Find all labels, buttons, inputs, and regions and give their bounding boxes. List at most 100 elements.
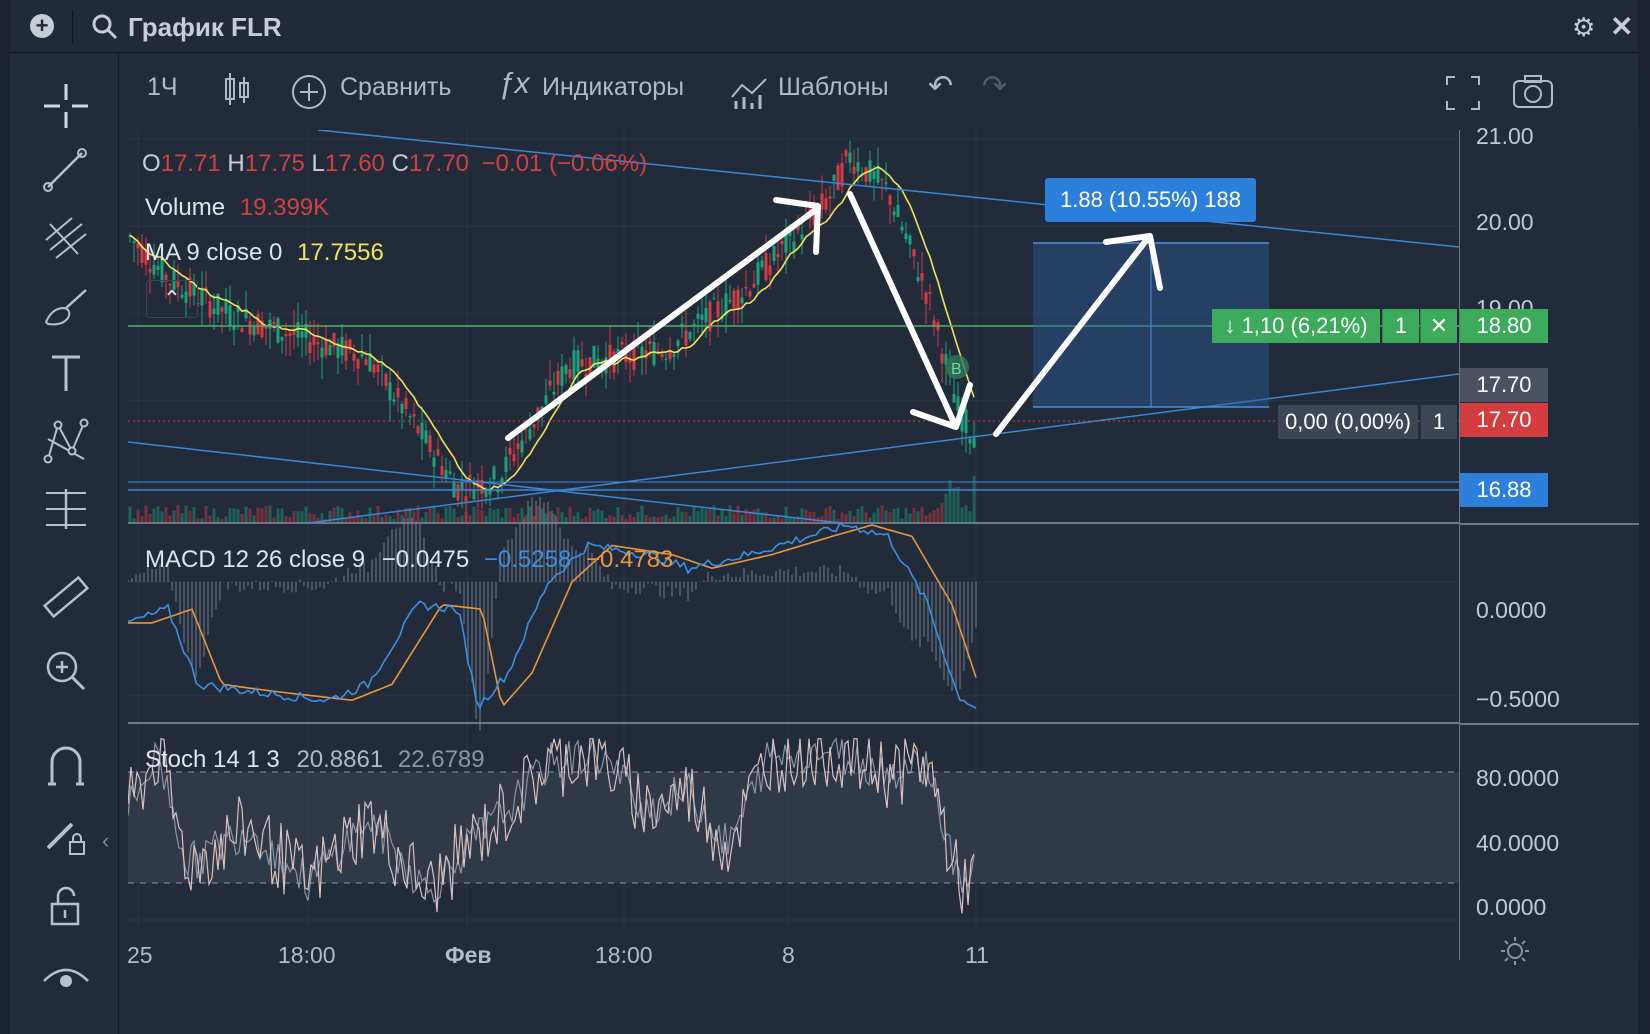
ruler-icon[interactable] (38, 570, 94, 626)
candle-body (324, 339, 328, 356)
candle-body (752, 283, 756, 288)
price-axis[interactable]: 21.00 20.00 19.00 18.80 17.70 17.70 16.8… (1459, 123, 1639, 965)
grey-level-tag: 17.70 (1460, 368, 1548, 402)
macd-hist-value: −0.0475 (381, 546, 470, 573)
crosshair-icon[interactable] (38, 78, 94, 134)
lock-draw-icon[interactable] (38, 808, 94, 864)
volume-bar (880, 505, 884, 523)
add-icon[interactable]: + (30, 14, 54, 38)
volume-bar (196, 518, 200, 523)
volume-bar (248, 508, 252, 523)
volume-bar (648, 517, 652, 523)
last-price-tag: 17.70 (1460, 403, 1548, 437)
fullscreen-icon[interactable] (1445, 75, 1481, 111)
volume-bar (452, 508, 456, 523)
candle-body (828, 196, 832, 199)
pane-divider[interactable] (1460, 723, 1639, 725)
volume-bar (560, 511, 564, 523)
volume-bar (628, 514, 632, 523)
interval-button[interactable]: 1Ч (147, 73, 178, 102)
candle-type-icon[interactable] (222, 71, 252, 111)
volume-bar (184, 505, 188, 523)
zoom-icon[interactable] (38, 643, 94, 699)
order-qty[interactable]: 1 (1382, 309, 1419, 343)
h-label: H (227, 150, 245, 177)
eye-icon[interactable] (38, 953, 94, 1009)
candle-body (228, 305, 232, 326)
brush-icon[interactable] (38, 278, 94, 334)
measure-icon[interactable] (38, 481, 94, 537)
candle-body (400, 403, 404, 414)
collapse-legend-button[interactable]: ⌃ (146, 280, 198, 318)
volume-bar (568, 506, 572, 523)
volume-bar (832, 509, 836, 523)
fib-icon[interactable] (38, 210, 94, 266)
add-circle-icon[interactable] (290, 73, 328, 111)
text-icon[interactable] (38, 345, 94, 401)
function-icon[interactable]: ƒx (498, 67, 530, 101)
volume-bar (340, 507, 344, 523)
time-axis[interactable]: 25 18:00 Фев 18:00 8 11 (120, 932, 1459, 1034)
volume-bar (924, 515, 928, 523)
trend-line-icon[interactable] (38, 143, 94, 199)
volume-bar (540, 508, 544, 523)
volume-bar (204, 505, 208, 523)
pane-divider[interactable] (1460, 523, 1639, 525)
compare-button[interactable]: Сравнить (340, 73, 451, 102)
candle-body (856, 162, 860, 172)
candle-body (468, 474, 472, 478)
candle-body (424, 430, 428, 444)
order-close-button[interactable]: ✕ (1420, 309, 1457, 343)
gear-icon[interactable]: ⚙ (1572, 12, 1595, 43)
collapse-arrow-icon[interactable]: ‹ (102, 828, 109, 854)
volume-legend: Volume 19.399K (145, 194, 329, 222)
volume-bar (932, 510, 936, 523)
o-label: O (142, 150, 161, 177)
volume-bar (952, 487, 956, 523)
candle-body (432, 457, 436, 467)
candle-body (328, 345, 332, 356)
settings-sun-icon[interactable] (1500, 936, 1530, 966)
candle-body (740, 297, 744, 304)
indicators-button[interactable]: Индикаторы (542, 73, 684, 102)
magnet-icon[interactable] (38, 738, 94, 794)
pattern-icon[interactable] (38, 413, 94, 469)
volume-bar (432, 505, 436, 523)
volume-bar (856, 509, 860, 523)
ma-label: MA 9 close 0 (145, 239, 283, 266)
undo-icon[interactable]: ↶ (928, 69, 953, 104)
volume-bar (472, 506, 476, 523)
order-line-label[interactable]: ↓ 1,10 (6,21%) (1212, 309, 1380, 343)
close-icon[interactable]: ✕ (1610, 10, 1633, 43)
redo-icon[interactable]: ↷ (982, 69, 1007, 104)
candle-body (732, 290, 736, 309)
unlock-icon[interactable] (38, 878, 94, 934)
camera-icon[interactable] (1512, 73, 1554, 109)
position-box-label[interactable]: 1.88 (10.55%) 188 (1045, 178, 1256, 222)
templates-icon[interactable] (730, 75, 770, 111)
position-qty[interactable]: 1 (1420, 405, 1457, 439)
candle-body (148, 268, 152, 273)
candle-body (264, 326, 268, 329)
volume-bar (968, 511, 972, 523)
templates-button[interactable]: Шаблоны (778, 73, 889, 102)
volume-bar (440, 518, 444, 523)
chart-area[interactable]: B O17.71 H17.75 L17.60 C17.70 −0.01 (−0.… (127, 129, 1460, 960)
candle-body (404, 398, 408, 410)
volume-bar (588, 507, 592, 523)
volume-bar (612, 516, 616, 523)
volume-bar (800, 508, 804, 523)
volume-bar (364, 518, 368, 523)
position-line-label[interactable]: 0,00 (0,00%) (1278, 405, 1418, 439)
candle-body (620, 342, 624, 345)
volume-bar (944, 493, 948, 523)
macd-label: MACD 12 26 close 9 (145, 546, 366, 573)
candle-body (916, 277, 920, 281)
volume-bar (208, 515, 212, 523)
search-icon[interactable] (92, 14, 118, 40)
candle-body (892, 211, 896, 216)
candle-body (580, 359, 584, 367)
candle-body (748, 291, 752, 297)
candle-body (704, 307, 708, 323)
volume-bar (272, 517, 276, 523)
